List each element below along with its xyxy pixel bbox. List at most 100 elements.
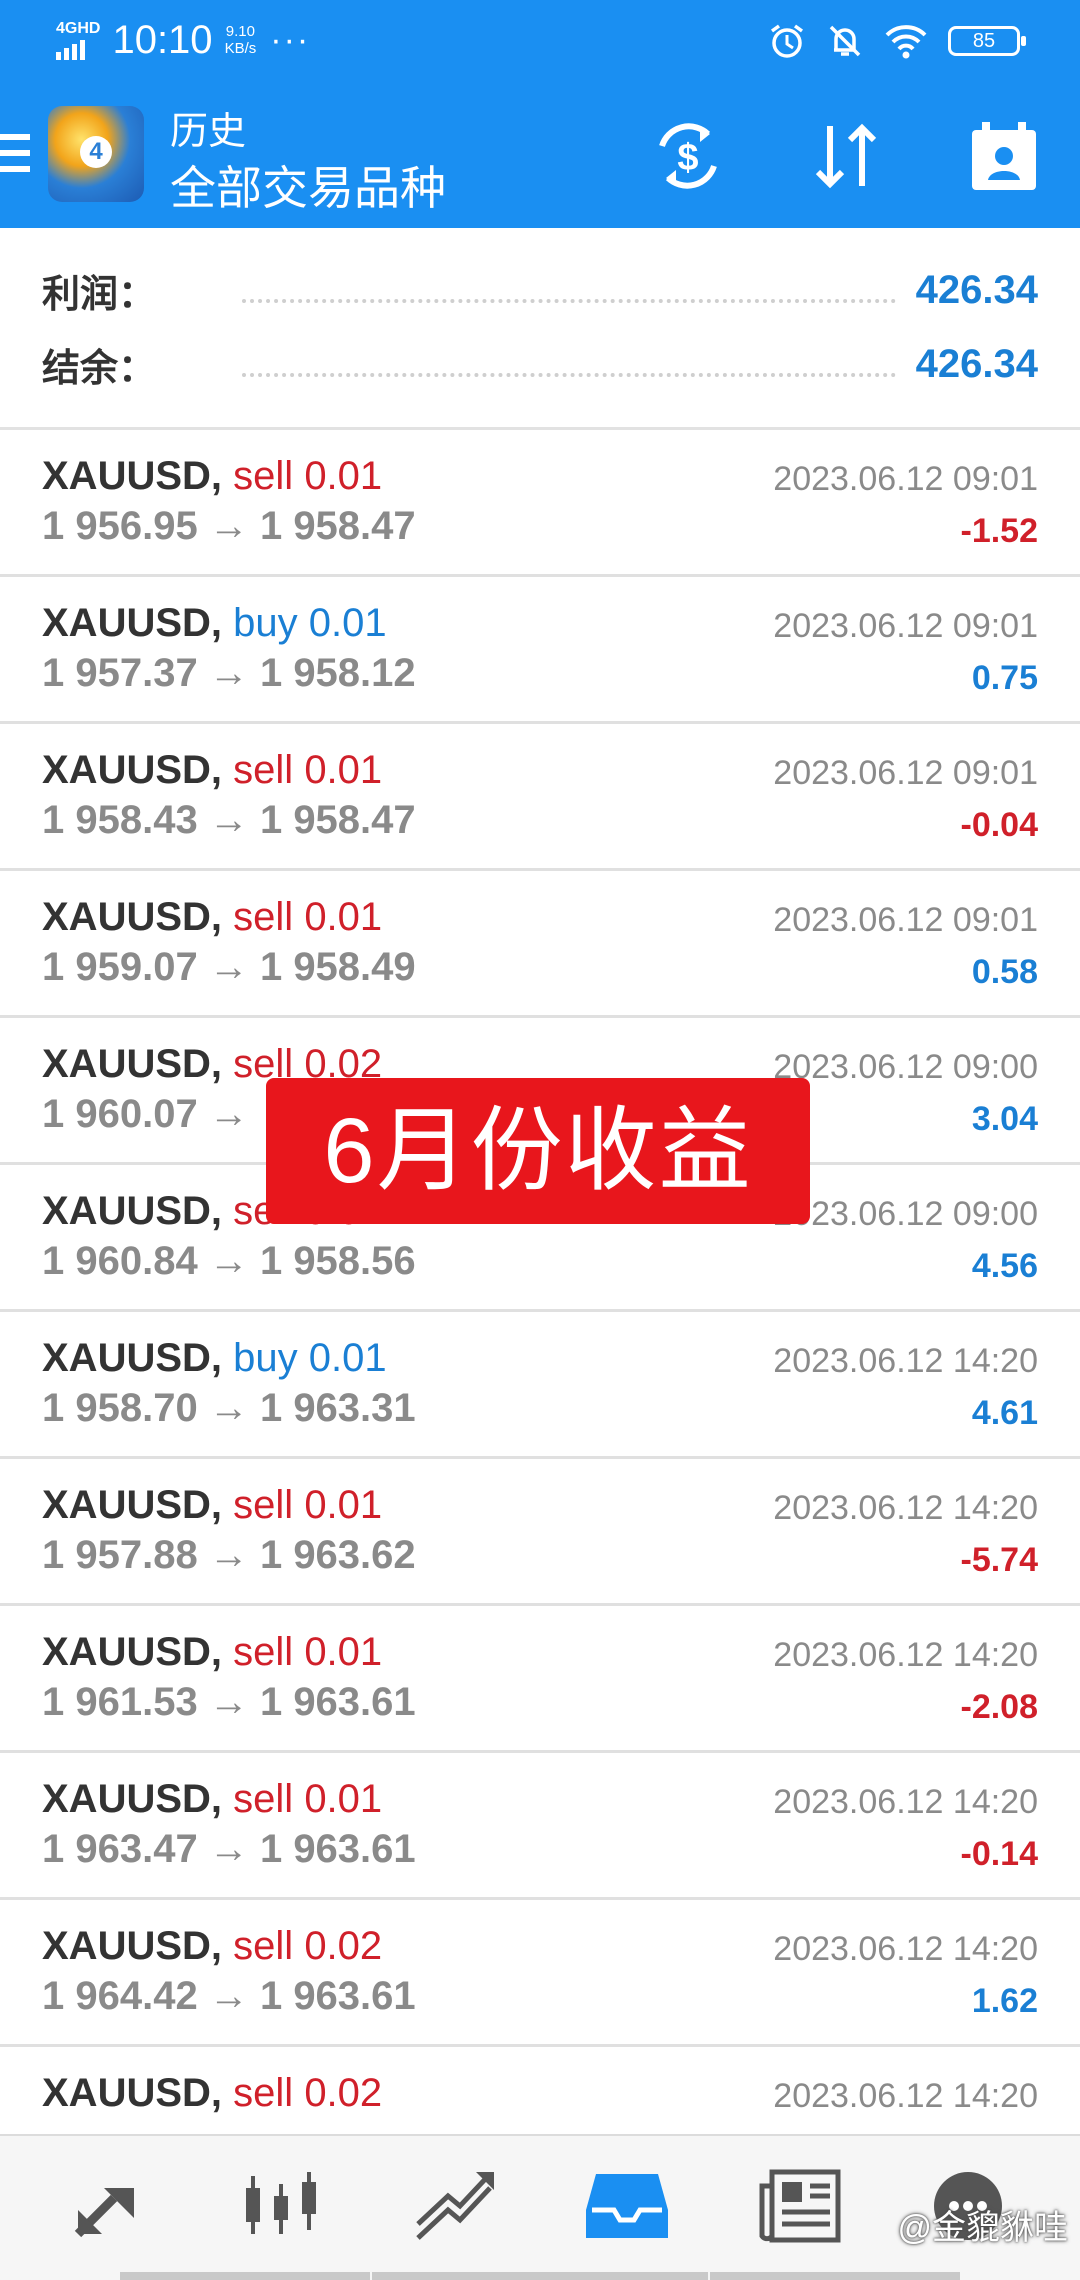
- close-price: 1 958.47: [259, 504, 416, 548]
- symbol-name: XAUUSD,: [42, 1777, 223, 1821]
- profit-label: 利润：: [42, 273, 157, 316]
- gesture-bar: [710, 2272, 960, 2280]
- menu-icon[interactable]: [0, 134, 30, 182]
- quotes-icon[interactable]: [64, 2166, 154, 2246]
- open-price: 1 960.84: [42, 1239, 198, 1283]
- sort-icon[interactable]: [806, 116, 886, 196]
- open-price: 1 957.37: [42, 651, 198, 695]
- trade-prices: 1 960.07 →: [42, 1092, 249, 1137]
- trade-prices: 1 958.43 → 1 958.47: [42, 798, 416, 843]
- profit-row: 利润： 426.34: [42, 260, 1038, 320]
- history-icon[interactable]: [582, 2166, 672, 2246]
- trade-side: sell: [233, 2071, 294, 2115]
- trade-prices: 1 963.47 → 1 963.61: [42, 1827, 416, 1872]
- trade-profit: 0.58: [971, 953, 1038, 991]
- trade-side: buy: [233, 601, 298, 645]
- profit-value: 426.34: [915, 267, 1038, 312]
- trade-symbol: XAUUSD, sell 0.01: [42, 748, 382, 793]
- close-price: 1 963.62: [259, 1533, 416, 1577]
- trade-volume: 0.01: [304, 1630, 383, 1674]
- symbol-filter[interactable]: 全部交易品种: [170, 152, 446, 218]
- overlay-banner: 6月份收益: [266, 1078, 810, 1224]
- gesture-bar: [372, 2272, 708, 2280]
- dollar-cycle-icon[interactable]: $: [648, 116, 728, 196]
- balance-label: 结余：: [42, 347, 157, 390]
- symbol-name: XAUUSD,: [42, 1042, 223, 1086]
- trade-row[interactable]: XAUUSD, sell 0.01 1 963.47 → 1 963.61 2023…: [0, 1753, 1080, 1900]
- arrow-icon: →: [208, 1239, 249, 1283]
- dotted-leader: [242, 293, 896, 303]
- symbol-name: XAUUSD,: [42, 1483, 223, 1527]
- balance-row: 结余： 426.34: [42, 334, 1038, 394]
- trade-symbol: XAUUSD, sell 0.02: [42, 1924, 382, 1969]
- trade-row[interactable]: XAUUSD, sell 0.01 1 957.88 → 1 963.62 2023…: [0, 1459, 1080, 1606]
- trade-time: 2023.06.12 14:20: [773, 1342, 1038, 1380]
- trade-symbol: XAUUSD, sell 0.01: [42, 454, 382, 499]
- symbol-name: XAUUSD,: [42, 1336, 223, 1380]
- trade-side: sell: [233, 895, 294, 939]
- dotted-leader: [242, 367, 896, 377]
- close-price: 1 963.31: [259, 1386, 416, 1430]
- trade-row[interactable]: XAUUSD, buy 0.01 1 958.70 → 1 963.31 2023.…: [0, 1312, 1080, 1459]
- trade-row[interactable]: XAUUSD, sell 0.01 1 956.95 → 1 958.47 2023…: [0, 430, 1080, 577]
- trade-symbol: XAUUSD, sell 0.01: [42, 1630, 382, 1675]
- trade-row[interactable]: XAUUSD, buy 0.01 1 957.37 → 1 958.12 2023.…: [0, 577, 1080, 724]
- arrow-icon: →: [208, 945, 249, 989]
- trade-side: sell: [233, 1630, 294, 1674]
- trade-profit: -0.04: [960, 806, 1039, 844]
- trade-time: 2023.06.12 14:20: [773, 1636, 1038, 1674]
- trade-time: 2023.06.12 14:20: [773, 1489, 1038, 1527]
- trade-prices: 1 956.95 → 1 958.47: [42, 504, 416, 549]
- arrow-icon: →: [208, 1533, 249, 1577]
- open-price: 1 960.07: [42, 1092, 198, 1136]
- trade-time: 2023.06.12 09:01: [773, 607, 1038, 645]
- trade-prices: 1 958.70 → 1 963.31: [42, 1386, 416, 1431]
- close-price: 1 963.61: [259, 1974, 416, 2018]
- trade-side: sell: [233, 1924, 294, 1968]
- trade-symbol: XAUUSD, buy 0.01: [42, 601, 387, 646]
- open-price: 1 964.42: [42, 1974, 198, 2018]
- app-bar: 历史 全部交易品种 $: [0, 84, 1080, 228]
- arrow-icon: →: [208, 1827, 249, 1871]
- speed-unit: KB/s: [224, 40, 257, 57]
- trade-volume: 0.01: [308, 601, 387, 645]
- open-price: 1 963.47: [42, 1827, 198, 1871]
- trade-profit: -2.08: [960, 1688, 1039, 1726]
- calendar-contact-icon[interactable]: [964, 116, 1044, 196]
- trade-time: 2023.06.12 09:00: [773, 1048, 1038, 1086]
- trade-icon[interactable]: [410, 2166, 500, 2246]
- open-price: 1 956.95: [42, 504, 198, 548]
- close-price: 1 958.47: [259, 798, 416, 842]
- page-title: 历史: [170, 111, 247, 153]
- symbol-name: XAUUSD,: [42, 601, 223, 645]
- arrow-icon: →: [208, 1680, 249, 1724]
- open-price: 1 958.70: [42, 1386, 198, 1430]
- trade-volume: 0.02: [304, 2071, 383, 2115]
- trade-prices: 1 959.07 → 1 958.49: [42, 945, 416, 990]
- trade-row[interactable]: XAUUSD, sell 0.01 1 961.53 → 1 963.61 2023…: [0, 1606, 1080, 1753]
- trade-prices: 1 964.42 → 1 963.61: [42, 1974, 416, 2019]
- trade-side: sell: [233, 1777, 294, 1821]
- trade-side: sell: [233, 748, 294, 792]
- close-price: 1 958.12: [259, 651, 416, 695]
- symbol-name: XAUUSD,: [42, 1630, 223, 1674]
- symbol-name: XAUUSD,: [42, 895, 223, 939]
- trade-prices: 1 957.88 → 1 963.62: [42, 1533, 416, 1578]
- arrow-icon: →: [208, 1386, 249, 1430]
- chart-icon[interactable]: [236, 2166, 326, 2246]
- network-type: 4GHD: [56, 19, 101, 37]
- trade-profit: -1.52: [960, 512, 1039, 550]
- trade-volume: 0.01: [304, 1777, 383, 1821]
- trade-row[interactable]: XAUUSD, sell 0.01 1 959.07 → 1 958.49 2023…: [0, 871, 1080, 1018]
- trade-profit: 3.04: [971, 1100, 1038, 1138]
- trade-row[interactable]: XAUUSD, sell 0.01 1 958.43 → 1 958.47 2023…: [0, 724, 1080, 871]
- trade-prices: 1 957.37 → 1 958.12: [42, 651, 416, 696]
- symbol-name: XAUUSD,: [42, 454, 223, 498]
- trade-symbol: XAUUSD, sell 0.02: [42, 2071, 382, 2116]
- trade-row[interactable]: XAUUSD, sell 0.02 1 964.42 → 1 963.61 2023…: [0, 1900, 1080, 2047]
- trade-time: 2023.06.12 14:20: [773, 2077, 1038, 2115]
- trade-volume: 0.01: [304, 1483, 383, 1527]
- close-price: 1 958.49: [259, 945, 416, 989]
- news-icon[interactable]: [756, 2166, 846, 2246]
- trade-profit: 4.61: [971, 1394, 1038, 1432]
